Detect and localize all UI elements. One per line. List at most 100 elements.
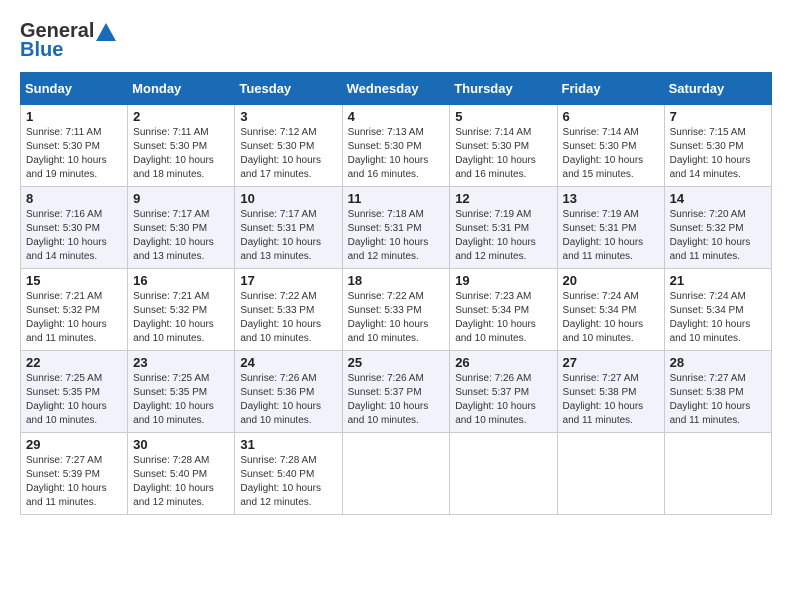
day-info: Sunrise: 7:28 AM Sunset: 5:40 PM Dayligh… xyxy=(240,454,336,510)
logo-blue: Blue xyxy=(20,39,63,62)
day-info: Sunrise: 7:13 AM Sunset: 5:30 PM Dayligh… xyxy=(348,126,445,182)
day-info: Sunrise: 7:16 AM Sunset: 5:30 PM Dayligh… xyxy=(26,208,122,264)
day-number: 2 xyxy=(133,109,229,124)
day-info: Sunrise: 7:11 AM Sunset: 5:30 PM Dayligh… xyxy=(133,126,229,182)
calendar-header-day: Monday xyxy=(128,73,235,105)
day-info: Sunrise: 7:21 AM Sunset: 5:32 PM Dayligh… xyxy=(133,290,229,346)
calendar-day-cell: 14 Sunrise: 7:20 AM Sunset: 5:32 PM Dayl… xyxy=(664,187,771,269)
day-number: 26 xyxy=(455,355,551,370)
day-number: 21 xyxy=(670,273,766,288)
day-number: 19 xyxy=(455,273,551,288)
day-info: Sunrise: 7:12 AM Sunset: 5:30 PM Dayligh… xyxy=(240,126,336,182)
day-number: 4 xyxy=(348,109,445,124)
day-number: 7 xyxy=(670,109,766,124)
day-info: Sunrise: 7:22 AM Sunset: 5:33 PM Dayligh… xyxy=(348,290,445,346)
day-info: Sunrise: 7:19 AM Sunset: 5:31 PM Dayligh… xyxy=(563,208,659,264)
calendar-day-cell: 30 Sunrise: 7:28 AM Sunset: 5:40 PM Dayl… xyxy=(128,433,235,515)
day-number: 20 xyxy=(563,273,659,288)
day-number: 6 xyxy=(563,109,659,124)
day-info: Sunrise: 7:17 AM Sunset: 5:31 PM Dayligh… xyxy=(240,208,336,264)
day-number: 22 xyxy=(26,355,122,370)
calendar-day-cell xyxy=(450,433,557,515)
calendar-header-day: Friday xyxy=(557,73,664,105)
calendar-header-day: Wednesday xyxy=(342,73,450,105)
day-info: Sunrise: 7:14 AM Sunset: 5:30 PM Dayligh… xyxy=(563,126,659,182)
page-header: General Blue xyxy=(20,20,772,62)
day-info: Sunrise: 7:26 AM Sunset: 5:36 PM Dayligh… xyxy=(240,372,336,428)
calendar-week-row: 15 Sunrise: 7:21 AM Sunset: 5:32 PM Dayl… xyxy=(21,269,772,351)
calendar-day-cell: 6 Sunrise: 7:14 AM Sunset: 5:30 PM Dayli… xyxy=(557,105,664,187)
calendar-day-cell: 25 Sunrise: 7:26 AM Sunset: 5:37 PM Dayl… xyxy=(342,351,450,433)
day-info: Sunrise: 7:25 AM Sunset: 5:35 PM Dayligh… xyxy=(133,372,229,428)
day-info: Sunrise: 7:14 AM Sunset: 5:30 PM Dayligh… xyxy=(455,126,551,182)
day-number: 1 xyxy=(26,109,122,124)
calendar-day-cell: 5 Sunrise: 7:14 AM Sunset: 5:30 PM Dayli… xyxy=(450,105,557,187)
day-info: Sunrise: 7:28 AM Sunset: 5:40 PM Dayligh… xyxy=(133,454,229,510)
day-number: 11 xyxy=(348,191,445,206)
day-number: 12 xyxy=(455,191,551,206)
day-info: Sunrise: 7:15 AM Sunset: 5:30 PM Dayligh… xyxy=(670,126,766,182)
calendar-day-cell: 28 Sunrise: 7:27 AM Sunset: 5:38 PM Dayl… xyxy=(664,351,771,433)
day-number: 3 xyxy=(240,109,336,124)
calendar-week-row: 8 Sunrise: 7:16 AM Sunset: 5:30 PM Dayli… xyxy=(21,187,772,269)
calendar-header-day: Thursday xyxy=(450,73,557,105)
calendar-week-row: 22 Sunrise: 7:25 AM Sunset: 5:35 PM Dayl… xyxy=(21,351,772,433)
calendar-week-row: 29 Sunrise: 7:27 AM Sunset: 5:39 PM Dayl… xyxy=(21,433,772,515)
calendar-day-cell xyxy=(342,433,450,515)
calendar-table: SundayMondayTuesdayWednesdayThursdayFrid… xyxy=(20,72,772,515)
calendar-day-cell: 13 Sunrise: 7:19 AM Sunset: 5:31 PM Dayl… xyxy=(557,187,664,269)
day-info: Sunrise: 7:11 AM Sunset: 5:30 PM Dayligh… xyxy=(26,126,122,182)
day-number: 30 xyxy=(133,437,229,452)
day-number: 17 xyxy=(240,273,336,288)
day-info: Sunrise: 7:20 AM Sunset: 5:32 PM Dayligh… xyxy=(670,208,766,264)
day-number: 16 xyxy=(133,273,229,288)
day-number: 18 xyxy=(348,273,445,288)
day-info: Sunrise: 7:27 AM Sunset: 5:38 PM Dayligh… xyxy=(563,372,659,428)
calendar-day-cell: 24 Sunrise: 7:26 AM Sunset: 5:36 PM Dayl… xyxy=(235,351,342,433)
day-number: 28 xyxy=(670,355,766,370)
calendar-day-cell: 1 Sunrise: 7:11 AM Sunset: 5:30 PM Dayli… xyxy=(21,105,128,187)
day-info: Sunrise: 7:23 AM Sunset: 5:34 PM Dayligh… xyxy=(455,290,551,346)
calendar-day-cell: 16 Sunrise: 7:21 AM Sunset: 5:32 PM Dayl… xyxy=(128,269,235,351)
calendar-day-cell xyxy=(664,433,771,515)
day-info: Sunrise: 7:26 AM Sunset: 5:37 PM Dayligh… xyxy=(455,372,551,428)
day-number: 24 xyxy=(240,355,336,370)
day-number: 9 xyxy=(133,191,229,206)
day-info: Sunrise: 7:19 AM Sunset: 5:31 PM Dayligh… xyxy=(455,208,551,264)
day-info: Sunrise: 7:24 AM Sunset: 5:34 PM Dayligh… xyxy=(670,290,766,346)
calendar-day-cell: 7 Sunrise: 7:15 AM Sunset: 5:30 PM Dayli… xyxy=(664,105,771,187)
day-number: 15 xyxy=(26,273,122,288)
calendar-header-day: Tuesday xyxy=(235,73,342,105)
calendar-header-day: Saturday xyxy=(664,73,771,105)
calendar-day-cell: 8 Sunrise: 7:16 AM Sunset: 5:30 PM Dayli… xyxy=(21,187,128,269)
day-number: 31 xyxy=(240,437,336,452)
day-number: 27 xyxy=(563,355,659,370)
calendar-day-cell: 10 Sunrise: 7:17 AM Sunset: 5:31 PM Dayl… xyxy=(235,187,342,269)
calendar-day-cell: 4 Sunrise: 7:13 AM Sunset: 5:30 PM Dayli… xyxy=(342,105,450,187)
day-number: 10 xyxy=(240,191,336,206)
calendar-day-cell: 12 Sunrise: 7:19 AM Sunset: 5:31 PM Dayl… xyxy=(450,187,557,269)
calendar-day-cell: 26 Sunrise: 7:26 AM Sunset: 5:37 PM Dayl… xyxy=(450,351,557,433)
calendar-day-cell: 11 Sunrise: 7:18 AM Sunset: 5:31 PM Dayl… xyxy=(342,187,450,269)
calendar-day-cell: 2 Sunrise: 7:11 AM Sunset: 5:30 PM Dayli… xyxy=(128,105,235,187)
day-info: Sunrise: 7:26 AM Sunset: 5:37 PM Dayligh… xyxy=(348,372,445,428)
day-info: Sunrise: 7:25 AM Sunset: 5:35 PM Dayligh… xyxy=(26,372,122,428)
calendar-day-cell: 20 Sunrise: 7:24 AM Sunset: 5:34 PM Dayl… xyxy=(557,269,664,351)
calendar-header-day: Sunday xyxy=(21,73,128,105)
day-info: Sunrise: 7:18 AM Sunset: 5:31 PM Dayligh… xyxy=(348,208,445,264)
logo: General Blue xyxy=(20,20,116,62)
calendar-day-cell: 9 Sunrise: 7:17 AM Sunset: 5:30 PM Dayli… xyxy=(128,187,235,269)
day-info: Sunrise: 7:27 AM Sunset: 5:38 PM Dayligh… xyxy=(670,372,766,428)
day-number: 5 xyxy=(455,109,551,124)
calendar-day-cell xyxy=(557,433,664,515)
day-number: 8 xyxy=(26,191,122,206)
calendar-day-cell: 18 Sunrise: 7:22 AM Sunset: 5:33 PM Dayl… xyxy=(342,269,450,351)
day-info: Sunrise: 7:24 AM Sunset: 5:34 PM Dayligh… xyxy=(563,290,659,346)
day-info: Sunrise: 7:17 AM Sunset: 5:30 PM Dayligh… xyxy=(133,208,229,264)
calendar-week-row: 1 Sunrise: 7:11 AM Sunset: 5:30 PM Dayli… xyxy=(21,105,772,187)
calendar-header-row: SundayMondayTuesdayWednesdayThursdayFrid… xyxy=(21,73,772,105)
calendar-day-cell: 29 Sunrise: 7:27 AM Sunset: 5:39 PM Dayl… xyxy=(21,433,128,515)
calendar-day-cell: 27 Sunrise: 7:27 AM Sunset: 5:38 PM Dayl… xyxy=(557,351,664,433)
calendar-body: 1 Sunrise: 7:11 AM Sunset: 5:30 PM Dayli… xyxy=(21,105,772,515)
calendar-day-cell: 17 Sunrise: 7:22 AM Sunset: 5:33 PM Dayl… xyxy=(235,269,342,351)
